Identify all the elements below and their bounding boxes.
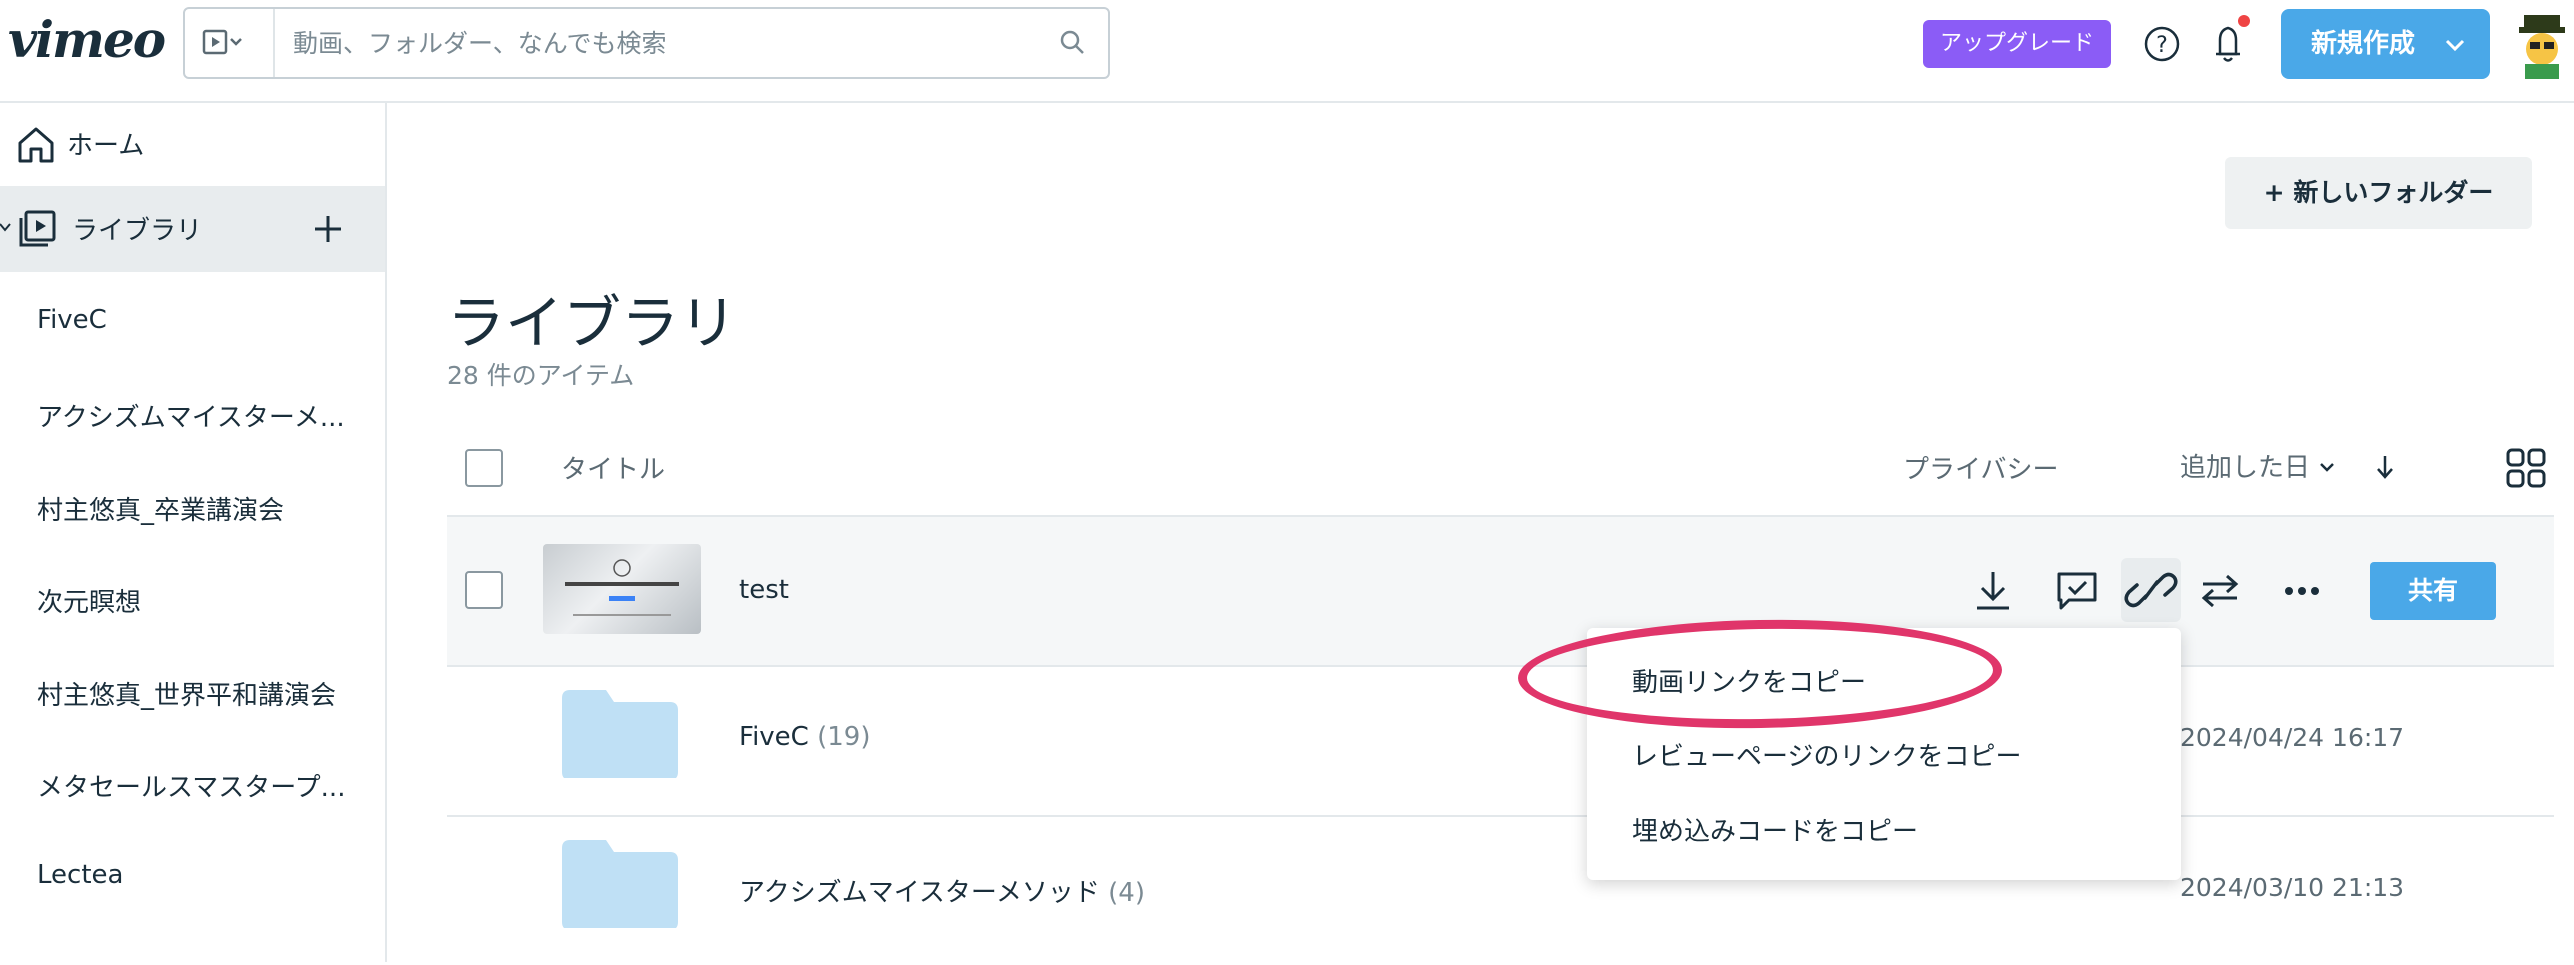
upgrade-button[interactable]: アップグレード (1923, 20, 2111, 68)
sidebar-folder-item[interactable]: 村主悠真_卒業講演会 (37, 490, 284, 527)
video-thumbnail[interactable] (543, 544, 701, 634)
add-icon[interactable] (311, 212, 345, 246)
row-item-count: (19) (817, 722, 871, 752)
menu-item-copy-embed-code[interactable]: 埋め込みコードをコピー (1632, 811, 1918, 848)
row-title: FiveC (739, 722, 809, 752)
notification-dot (2238, 15, 2250, 27)
menu-item-copy-review-link[interactable]: レビューページのリンクをコピー (1632, 736, 2021, 773)
sidebar-folder-item[interactable]: アクシズムマイスターメ... (37, 397, 345, 434)
library-icon (19, 210, 56, 247)
search-box (183, 7, 1110, 79)
new-create-label: 新規作成 (2311, 29, 2416, 59)
sidebar-library-label: ライブラリ (72, 216, 203, 246)
vimeo-logo[interactable]: vimeo (8, 10, 166, 69)
sidebar-home-label: ホーム (67, 131, 145, 161)
sidebar-item-library[interactable]: ライブラリ (0, 186, 385, 272)
search-input[interactable] (293, 23, 1013, 63)
column-header-privacy: プライバシー (1903, 455, 2059, 485)
folder-icon (562, 840, 678, 928)
video-library-icon (202, 29, 242, 55)
transfer-icon[interactable] (2199, 570, 2241, 612)
row-title[interactable]: test (739, 575, 789, 605)
sidebar-folder-item[interactable]: 次元瞑想 (37, 582, 141, 619)
avatar[interactable] (2517, 9, 2567, 79)
sidebar-folder-item[interactable]: メタセールスマスタープ... (37, 767, 345, 804)
chevron-down-icon (2320, 463, 2335, 472)
row-title-group[interactable]: FiveC (19) (739, 722, 870, 752)
video-thumbnail-image (565, 559, 679, 616)
row-date: 2024/04/24 16:17 (2180, 723, 2405, 752)
row-date: 2024/03/10 21:13 (2180, 873, 2405, 902)
new-create-button[interactable]: 新規作成 (2281, 9, 2490, 79)
sidebar-folder-item[interactable]: FiveC (37, 305, 107, 335)
svg-text:?: ? (2156, 33, 2168, 58)
home-icon (18, 127, 54, 163)
new-folder-button[interactable]: + 新しいフォルダー (2225, 157, 2532, 229)
select-all-checkbox[interactable] (465, 449, 503, 487)
chevron-down-icon (2445, 39, 2465, 52)
grid-view-icon[interactable] (2505, 447, 2547, 489)
row-checkbox[interactable] (465, 571, 503, 609)
sidebar-folder-item[interactable]: 村主悠真_世界平和講演会 (37, 675, 336, 712)
caret-down-icon[interactable] (0, 220, 12, 236)
search-icon[interactable] (1057, 27, 1089, 59)
share-button[interactable]: 共有 (2370, 562, 2496, 620)
help-icon[interactable]: ? (2142, 24, 2182, 64)
row-item-count: (4) (1108, 878, 1145, 908)
sort-dropdown[interactable]: 追加した日 (2180, 447, 2336, 484)
item-count: 28 件のアイテム (447, 361, 635, 390)
sidebar-item-home[interactable]: ホーム (0, 103, 385, 183)
link-icon (2124, 572, 2178, 608)
sidebar-folder-item[interactable]: Lectea (37, 860, 123, 890)
folder-icon (562, 690, 678, 778)
page-title: ライブラリ (447, 289, 738, 357)
row-title-group[interactable]: アクシズムマイスターメソッド (4) (739, 872, 1145, 909)
row-title: アクシズムマイスターメソッド (739, 878, 1100, 908)
sort-direction-arrow-icon[interactable] (2372, 452, 2398, 482)
top-bar: vimeo アップグレード ? 新規作成 (0, 0, 2574, 103)
column-header-title[interactable]: タイトル (561, 449, 665, 486)
notification-bell-icon[interactable] (2208, 14, 2252, 66)
copy-link-button[interactable] (2121, 558, 2181, 622)
more-options-icon[interactable] (2282, 578, 2322, 604)
search-type-dropdown[interactable] (185, 9, 275, 77)
download-icon[interactable] (1972, 568, 2014, 614)
review-icon[interactable] (2055, 568, 2099, 614)
column-header-date: 追加した日 (2180, 453, 2311, 483)
sidebar: ホーム ライブラリ FiveC アクシズムマイスターメ... 村主悠真_卒業講演… (0, 103, 387, 962)
